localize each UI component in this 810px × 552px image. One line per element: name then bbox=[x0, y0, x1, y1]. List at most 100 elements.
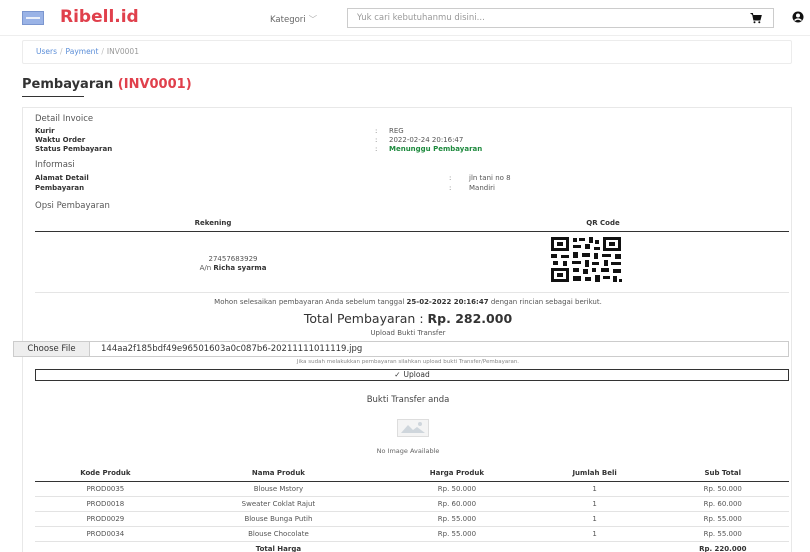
status-pembayaran-label: Status Pembayaran bbox=[35, 145, 113, 153]
empty-cell bbox=[533, 541, 657, 552]
no-image-text: No Image Available bbox=[376, 447, 440, 455]
search-box[interactable] bbox=[347, 8, 774, 28]
choose-file-button[interactable]: Choose File bbox=[14, 342, 90, 356]
section-divider bbox=[35, 292, 789, 293]
cell-harga: Rp. 50.000 bbox=[381, 481, 533, 497]
col-kode-produk: Kode Produk bbox=[35, 465, 176, 482]
cell-jumlah: 1 bbox=[532, 511, 657, 527]
colon: : bbox=[375, 136, 378, 144]
bukti-transfer-title: Bukti Transfer anda bbox=[366, 395, 450, 405]
page-title-text: Pembayaran bbox=[22, 77, 114, 92]
kurir-label: Kurir bbox=[35, 127, 55, 135]
qr-code-header: QR Code bbox=[586, 219, 620, 227]
upload-hint: Jika sudah melakukkan pembayaran silahka… bbox=[296, 359, 520, 365]
cell-kode: PROD0029 bbox=[35, 511, 176, 527]
waktu-order-label: Waktu Order bbox=[35, 136, 86, 144]
cell-subtotal: Rp. 55.000 bbox=[656, 526, 789, 542]
table-row: PROD0035 Blouse Mstory Rp. 50.000 1 Rp. … bbox=[35, 481, 789, 497]
top-navbar: Ribell.id Kategori ﹀ bbox=[0, 0, 810, 36]
rekening-header: Rekening bbox=[194, 219, 232, 227]
cell-nama: Blouse Mstory bbox=[175, 481, 382, 497]
payment-deadline-notice: Mohon selesaikan pembayaran Anda sebelum… bbox=[23, 298, 793, 306]
pembayaran-label: Pembayaran bbox=[35, 184, 85, 192]
notice-before: Mohon selesaikan pembayaran Anda sebelum… bbox=[214, 298, 405, 306]
table-row: PROD0018 Sweater Coklat Rajut Rp. 60.000… bbox=[35, 496, 789, 512]
col-jumlah-beli: Jumlah Beli bbox=[532, 465, 657, 482]
empty-cell bbox=[381, 541, 533, 552]
cell-jumlah: 1 bbox=[532, 496, 657, 512]
user-account-icon[interactable] bbox=[792, 11, 804, 23]
colon: : bbox=[449, 174, 452, 182]
cell-kode: PROD0034 bbox=[35, 526, 176, 542]
account-name: Richa syarma bbox=[213, 264, 267, 272]
colon: : bbox=[449, 184, 452, 192]
product-table-header: Kode Produk Nama Produk Harga Produk Jum… bbox=[35, 465, 789, 482]
file-input[interactable]: Choose File 144aa2f185bdf49e96501603a0c0… bbox=[13, 341, 789, 357]
col-nama-produk: Nama Produk bbox=[175, 465, 382, 482]
col-harga-produk: Harga Produk bbox=[381, 465, 533, 482]
total-payment-label: Total Pembayaran : bbox=[303, 311, 424, 326]
cell-nama: Sweater Coklat Rajut bbox=[175, 496, 382, 512]
upload-button-label: Upload bbox=[403, 370, 430, 379]
total-payment: Total Pembayaran : Rp. 282.000 bbox=[23, 311, 793, 326]
total-harga-row: Total Harga Rp. 220.000 bbox=[35, 541, 789, 552]
selected-file-name: 144aa2f185bdf49e96501603a0c087b6-2021111… bbox=[101, 344, 363, 354]
table-header-divider bbox=[35, 231, 789, 232]
total-harga-label: Total Harga bbox=[255, 544, 302, 552]
waktu-order-value: 2022-02-24 20:16:47 bbox=[389, 136, 464, 144]
logo-icon[interactable] bbox=[22, 11, 44, 25]
kurir-value: REG bbox=[389, 127, 404, 135]
status-pembayaran-value: Menunggu Pembayaran bbox=[389, 145, 483, 153]
title-underline bbox=[22, 96, 84, 97]
product-table: Kode Produk Nama Produk Harga Produk Jum… bbox=[35, 465, 789, 552]
alamat-detail-value: jln tani no 8 bbox=[469, 174, 511, 182]
notice-after: dengan rincian sebagai berikut. bbox=[490, 298, 602, 306]
empty-cell bbox=[35, 541, 176, 552]
breadcrumb-separator: / bbox=[60, 47, 63, 56]
cell-jumlah: 1 bbox=[532, 481, 657, 497]
detail-invoice-heading: Detail Invoice bbox=[35, 114, 94, 124]
page-title: Pembayaran (INV0001) bbox=[22, 77, 192, 92]
upload-caption: Upload Bukti Transfer bbox=[370, 329, 446, 337]
alamat-detail-label: Alamat Detail bbox=[35, 174, 89, 182]
kategori-dropdown[interactable]: Kategori ﹀ bbox=[270, 13, 317, 25]
send-icon: ✓ bbox=[394, 370, 401, 379]
breadcrumb-separator: / bbox=[101, 47, 104, 56]
account-name-prefix: A/n bbox=[199, 264, 212, 272]
breadcrumb-users[interactable]: Users bbox=[36, 47, 57, 56]
notice-deadline: 25-02-2022 20:16:47 bbox=[406, 298, 489, 306]
col-sub-total: Sub Total bbox=[656, 465, 789, 482]
cell-nama: Blouse Bunga Putih bbox=[175, 511, 382, 527]
cell-kode: PROD0018 bbox=[35, 496, 176, 512]
breadcrumb-current: INV0001 bbox=[106, 47, 139, 56]
colon: : bbox=[375, 127, 378, 135]
cell-jumlah: 1 bbox=[532, 526, 657, 542]
opsi-pembayaran-heading: Opsi Pembayaran bbox=[35, 201, 110, 211]
breadcrumb-payment[interactable]: Payment bbox=[66, 47, 99, 56]
cell-harga: Rp. 60.000 bbox=[381, 496, 533, 512]
chevron-down-icon: ﹀ bbox=[308, 15, 318, 25]
table-row: PROD0029 Blouse Bunga Putih Rp. 55.000 1… bbox=[35, 511, 789, 527]
cell-subtotal: Rp. 55.000 bbox=[656, 511, 789, 527]
invoice-code: (INV0001) bbox=[117, 77, 192, 92]
total-payment-amount: Rp. 282.000 bbox=[427, 311, 513, 326]
upload-button[interactable]: ✓ Upload bbox=[35, 369, 789, 381]
qr-code-image bbox=[539, 235, 634, 285]
kategori-label: Kategori bbox=[270, 15, 306, 25]
payment-card: Detail Invoice Kurir : REG Waktu Order :… bbox=[13, 107, 793, 552]
cell-subtotal: Rp. 60.000 bbox=[656, 496, 789, 512]
account-name-line: A/n Richa syarma bbox=[173, 264, 293, 272]
cell-harga: Rp. 55.000 bbox=[381, 511, 533, 527]
total-harga-value: Rp. 220.000 bbox=[699, 544, 747, 552]
brand-name[interactable]: Ribell.id bbox=[60, 7, 139, 27]
pembayaran-value: Mandiri bbox=[469, 184, 495, 192]
colon: : bbox=[375, 145, 378, 153]
cell-subtotal: Rp. 50.000 bbox=[656, 481, 789, 497]
cell-harga: Rp. 55.000 bbox=[381, 526, 533, 542]
account-number: 27457683929 bbox=[208, 255, 258, 263]
informasi-heading: Informasi bbox=[35, 160, 75, 170]
cart-icon[interactable] bbox=[750, 12, 762, 24]
table-row: PROD0034 Blouse Chocolate Rp. 55.000 1 R… bbox=[35, 526, 789, 542]
breadcrumb: Users / Payment / INV0001 bbox=[22, 40, 792, 64]
search-input[interactable] bbox=[348, 9, 773, 27]
